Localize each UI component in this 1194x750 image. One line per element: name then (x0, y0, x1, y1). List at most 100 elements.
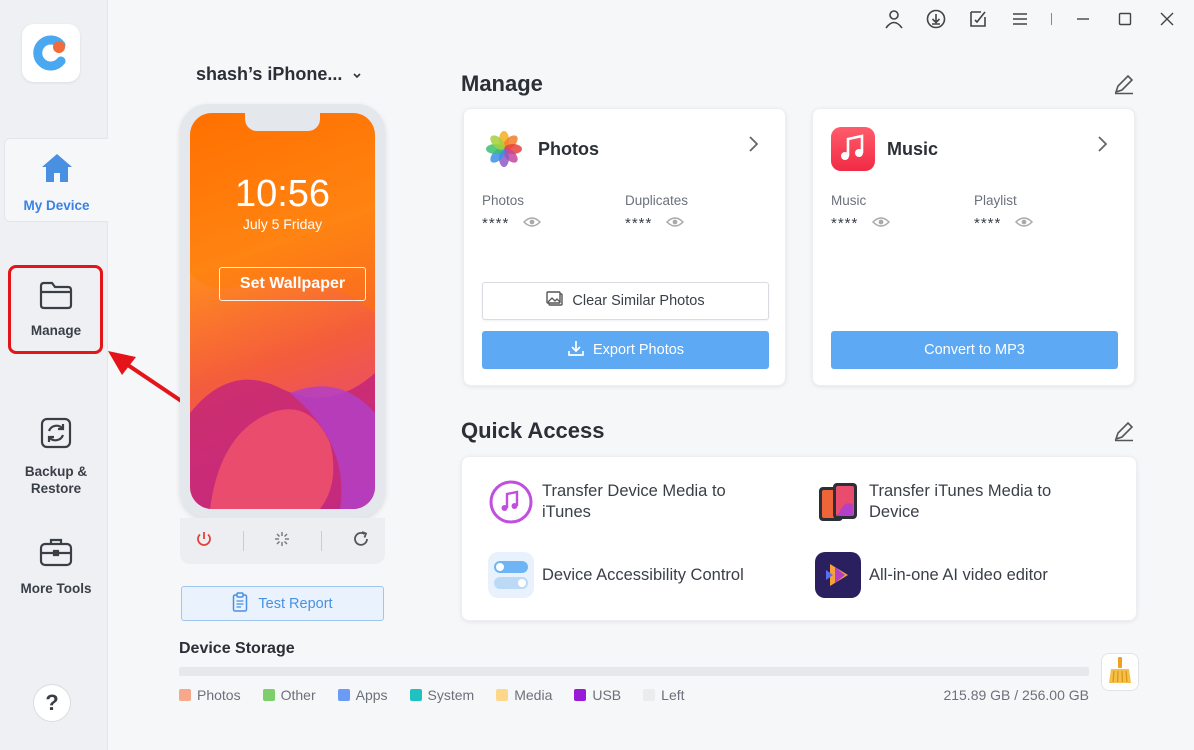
legend-left: Left (643, 687, 685, 703)
sidebar-item-backup-restore[interactable]: Backup & Restore (4, 398, 108, 497)
toolbox-icon (38, 536, 74, 572)
clear-similar-photos-button[interactable]: Clear Similar Photos (482, 282, 769, 320)
quick-access-label: All-in-one AI video editor (869, 565, 1048, 584)
device-storage-title: Device Storage (179, 640, 295, 657)
photos-count-label: Photos (482, 193, 525, 208)
itunes-device-icon (815, 479, 861, 525)
account-icon[interactable] (883, 8, 905, 30)
app-logo (22, 24, 80, 82)
music-count-value: **** (831, 215, 859, 232)
phone-frame: 10:56 July 5 Friday Set Wallpaper (180, 104, 385, 518)
test-report-button[interactable]: Test Report (181, 586, 384, 621)
storage-size: 215.89 GB / 256.00 GB (943, 687, 1089, 703)
eye-icon[interactable] (1015, 215, 1034, 232)
broom-icon (1105, 655, 1135, 690)
eye-icon[interactable] (872, 215, 891, 232)
duplicates-count: **** (625, 215, 685, 232)
device-name: shash’s iPhone... (196, 64, 343, 84)
cleaner-button[interactable] (1101, 653, 1139, 691)
eye-icon[interactable] (666, 215, 685, 232)
window-toolbar (883, 8, 1178, 30)
music-app-icon (831, 127, 875, 171)
legend-system: System (409, 687, 474, 703)
clear-similar-photos-label: Clear Similar Photos (572, 293, 705, 309)
music-card: Music Music **** Playlist **** Convert t… (812, 108, 1135, 386)
legend-usb: USB (574, 687, 621, 703)
playlist-label: Playlist (974, 193, 1017, 208)
maximize-icon[interactable] (1114, 8, 1136, 30)
chevron-down-icon (352, 64, 362, 85)
clipboard-icon (232, 591, 248, 616)
sidebar-item-more-tools[interactable]: More Tools (4, 536, 108, 597)
playlist-count-value: **** (974, 215, 1002, 232)
music-count-label: Music (831, 193, 867, 208)
quick-access-accessibility-control[interactable]: Device Accessibility Control (488, 552, 744, 598)
duplicates-label: Duplicates (625, 193, 689, 208)
chevron-right-icon[interactable] (747, 135, 759, 158)
sidebar: My Device Manage Backup & Restore More T… (0, 0, 108, 750)
feedback-icon[interactable] (967, 8, 989, 30)
highlight-box (8, 265, 103, 354)
storage-bar (179, 667, 1089, 676)
photos-card-title: Photos (538, 139, 599, 159)
help-icon: ? (45, 690, 59, 715)
device-selector[interactable]: shash’s iPhone... (196, 64, 362, 85)
edit-quick-access-icon[interactable] (1113, 420, 1135, 447)
duplicates-count-value: **** (625, 215, 653, 232)
backup-icon (38, 398, 74, 455)
photos-card: Photos Photos **** Duplicates **** Clear… (463, 108, 786, 386)
quick-access-label: Transfer iTunes Media to Device (869, 482, 1052, 521)
manage-title: Manage (461, 71, 543, 96)
toolbar-separator (1051, 13, 1052, 25)
storage-legend: Photos Other Apps System Media USB Left (179, 687, 685, 703)
sidebar-item-label: Backup & Restore (24, 464, 88, 496)
home-icon (39, 151, 75, 189)
lockscreen-date: July 5 Friday (242, 216, 323, 232)
phone-controls (180, 518, 385, 564)
sidebar-item-my-device[interactable]: My Device (4, 138, 108, 222)
photos-app-icon (482, 127, 526, 171)
music-card-title: Music (887, 139, 939, 159)
legend-photos: Photos (179, 687, 241, 703)
quick-access-transfer-itunes-to-device[interactable]: Transfer iTunes Media to Device (815, 479, 1051, 525)
set-wallpaper-button[interactable]: Set Wallpaper (219, 267, 366, 301)
music-count: **** (831, 215, 891, 232)
quick-access-label: Transfer Device Media to iTunes (542, 482, 726, 521)
loading-icon[interactable] (273, 530, 291, 553)
toggle-switch-icon (488, 552, 534, 598)
quick-access-transfer-device-to-itunes[interactable]: Transfer Device Media to iTunes (488, 479, 726, 525)
export-photos-button[interactable]: Export Photos (482, 331, 769, 369)
download-icon[interactable] (925, 8, 947, 30)
quick-access-ai-video-editor[interactable]: All-in-one AI video editor (815, 552, 1048, 598)
help-button[interactable]: ? (33, 684, 71, 722)
photos-count-value: **** (482, 215, 510, 232)
playlist-count: **** (974, 215, 1034, 232)
chevron-right-icon[interactable] (1096, 135, 1108, 158)
refresh-icon[interactable] (352, 530, 370, 553)
quick-access-label: Device Accessibility Control (542, 565, 744, 584)
export-photos-label: Export Photos (592, 342, 685, 358)
edit-manage-icon[interactable] (1113, 73, 1135, 100)
test-report-label: Test Report (258, 595, 333, 612)
phone-screen: 10:56 July 5 Friday Set Wallpaper (190, 113, 375, 509)
photos-count: **** (482, 215, 542, 232)
sidebar-item-label: My Device (23, 198, 90, 213)
power-icon[interactable] (195, 530, 213, 553)
close-icon[interactable] (1156, 8, 1178, 30)
quick-access-panel: Transfer Device Media to iTunes Transfer… (461, 456, 1137, 621)
legend-other: Other (262, 687, 316, 703)
quick-access-title: Quick Access (461, 418, 605, 443)
image-icon (546, 291, 564, 311)
phone-notch (245, 113, 320, 131)
menu-icon[interactable] (1009, 8, 1031, 30)
legend-media: Media (496, 687, 552, 703)
download-icon (567, 339, 585, 361)
app-logo-icon (33, 35, 66, 71)
video-editor-icon (815, 552, 861, 598)
lockscreen-clock: 10:56 (234, 173, 331, 215)
sidebar-item-label: More Tools (20, 581, 92, 596)
convert-to-mp3-button[interactable]: Convert to MP3 (831, 331, 1118, 369)
phone-preview: 10:56 July 5 Friday Set Wallpaper (180, 104, 385, 564)
minimize-icon[interactable] (1072, 8, 1094, 30)
eye-icon[interactable] (523, 215, 542, 232)
